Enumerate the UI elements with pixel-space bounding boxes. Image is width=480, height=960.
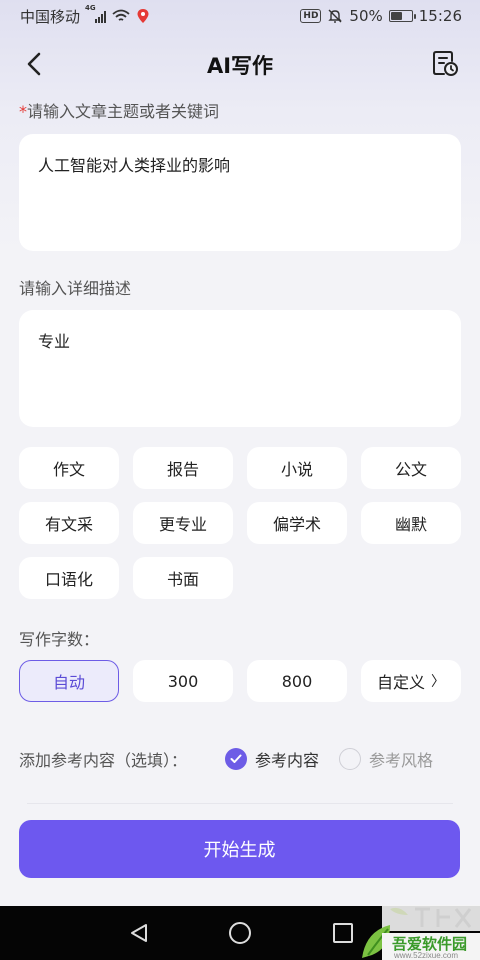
detail-label: 请输入详细描述 xyxy=(19,279,132,298)
chip-essay[interactable]: 作文 xyxy=(19,447,119,489)
wifi-icon xyxy=(112,9,130,21)
app-header: AI写作 xyxy=(0,36,480,94)
battery-icon xyxy=(388,10,416,22)
chip-novel[interactable]: 小说 xyxy=(247,447,347,489)
square-recents-icon xyxy=(333,923,353,943)
generate-button[interactable]: 开始生成 xyxy=(19,820,460,878)
clock: 15:26 xyxy=(418,7,462,25)
count-custom-label: 自定义 xyxy=(376,673,425,692)
mute-bell-icon xyxy=(328,9,343,23)
style-chip-group: 作文 报告 小说 公文 有文采 更专业 偏学术 幽默 口语化 书面 xyxy=(19,447,461,599)
topic-label-text: 请输入文章主题或者关键词 xyxy=(27,102,220,121)
nav-back-button[interactable] xyxy=(124,918,154,948)
battery-percent: 50% xyxy=(349,7,383,25)
nav-recents-button[interactable] xyxy=(328,918,358,948)
chip-official-doc[interactable]: 公文 xyxy=(361,447,461,489)
nav-home-button[interactable] xyxy=(225,918,255,948)
count-custom[interactable]: 自定义 〉 xyxy=(361,660,461,702)
count-auto[interactable]: 自动 xyxy=(19,660,119,702)
reference-row: 添加参考内容（选填）： 参考内容 参考风格 xyxy=(19,745,461,773)
chevron-right-icon: 〉 xyxy=(431,674,445,690)
chip-humor[interactable]: 幽默 xyxy=(361,502,461,544)
word-count-label: 写作字数： xyxy=(19,630,100,649)
chip-written[interactable]: 书面 xyxy=(133,557,233,599)
chip-colloquial[interactable]: 口语化 xyxy=(19,557,119,599)
detail-input[interactable]: 专业 xyxy=(19,310,461,427)
unchecked-circle-icon xyxy=(339,748,362,770)
hd-badge: HD xyxy=(300,9,322,23)
watermark-url: www.52zixue.com xyxy=(394,951,459,960)
page-title: AI写作 xyxy=(206,54,274,78)
reference-style-option[interactable]: 参考风格 xyxy=(339,747,433,771)
chip-professional[interactable]: 更专业 xyxy=(133,502,233,544)
reference-label: 添加参考内容（选填）： xyxy=(19,751,188,770)
triangle-back-icon xyxy=(131,924,147,942)
checked-circle-icon xyxy=(225,748,248,770)
required-mark: * xyxy=(19,102,27,121)
word-count-group: 自动 300 800 自定义 〉 xyxy=(19,660,461,702)
site-watermark: 吾爱软件园 www.52zixue.com xyxy=(360,903,480,960)
document-clock-icon xyxy=(433,51,458,76)
circle-home-icon xyxy=(229,922,251,944)
location-pin-icon xyxy=(137,9,149,23)
reference-style-label: 参考风格 xyxy=(369,751,434,770)
chip-report[interactable]: 报告 xyxy=(133,447,233,489)
status-bar: 中国移动 4G HD 50% 15:26 xyxy=(0,0,480,32)
topic-input[interactable]: 人工智能对人类择业的影响 xyxy=(19,134,461,251)
reference-content-label: 参考内容 xyxy=(255,751,320,770)
carrier-name: 中国移动 xyxy=(20,7,81,26)
history-button[interactable] xyxy=(430,48,462,80)
chip-academic[interactable]: 偏学术 xyxy=(247,502,347,544)
chip-literary[interactable]: 有文采 xyxy=(19,502,119,544)
network-type: 4G xyxy=(85,4,96,12)
signal-icon: 4G xyxy=(85,4,107,23)
reference-content-option[interactable]: 参考内容 xyxy=(225,747,319,771)
divider xyxy=(27,803,453,804)
count-800[interactable]: 800 xyxy=(247,660,347,702)
count-300[interactable]: 300 xyxy=(133,660,233,702)
topic-label: *请输入文章主题或者关键词 xyxy=(19,98,219,122)
